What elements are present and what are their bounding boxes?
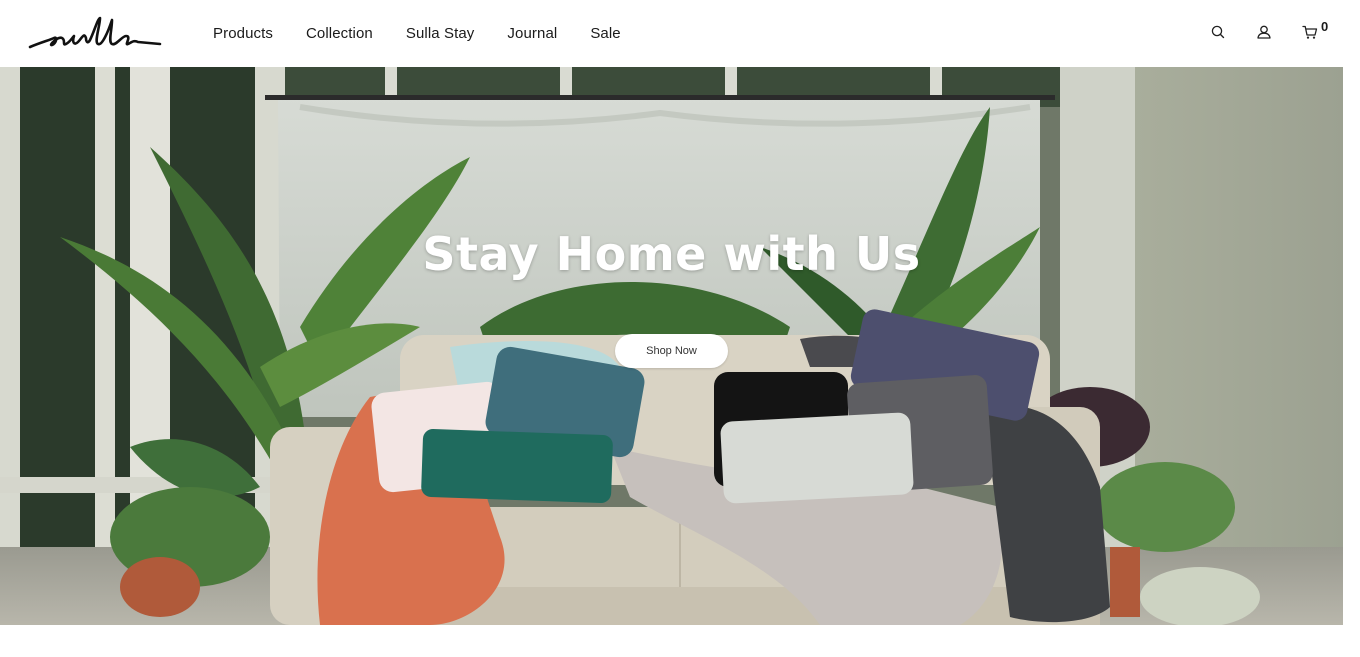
cart-icon[interactable]: [1302, 24, 1320, 42]
cart-count-badge: 0: [1321, 19, 1329, 34]
hero-banner: Stay Home with Us Shop Now: [0, 67, 1343, 625]
main-nav: Products Collection Sulla Stay Journal S…: [213, 0, 654, 67]
site-header: Products Collection Sulla Stay Journal S…: [0, 0, 1343, 67]
nav-item-collection[interactable]: Collection: [306, 25, 373, 42]
sulla-logo[interactable]: [28, 14, 162, 52]
nav-item-sale[interactable]: Sale: [590, 25, 620, 42]
shop-now-button[interactable]: Shop Now: [615, 334, 728, 368]
page-scroll-area: [1343, 0, 1360, 657]
user-icon[interactable]: [1256, 24, 1274, 42]
nav-item-journal[interactable]: Journal: [507, 25, 557, 42]
nav-item-products[interactable]: Products: [213, 25, 273, 42]
hero-title: Stay Home with Us: [422, 227, 921, 281]
nav-item-sulla-stay[interactable]: Sulla Stay: [406, 25, 475, 42]
search-icon[interactable]: [1210, 24, 1228, 42]
